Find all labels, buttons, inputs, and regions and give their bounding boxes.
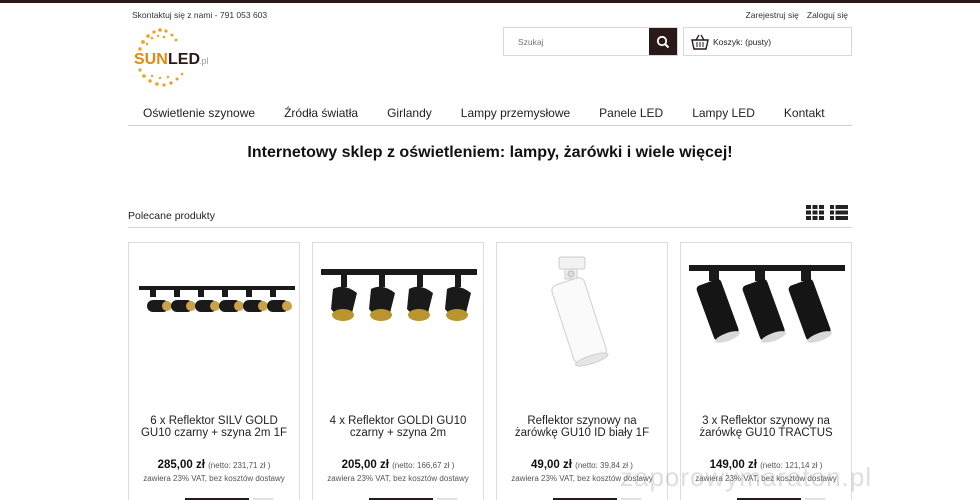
- product-image[interactable]: [317, 253, 481, 403]
- product-name[interactable]: Reflektor szynowy na żarówkę GU10 ID bia…: [505, 415, 659, 439]
- account-links: Zarejestruj się Zaloguj się: [746, 10, 849, 20]
- product-price-gross: 285,00 zł: [157, 459, 205, 471]
- svg-text:LED: LED: [168, 51, 200, 68]
- contact-info: Skontaktuj się z nami - 791 053 603: [132, 10, 268, 20]
- basket-icon: [691, 34, 709, 50]
- product-price-gross: 49,00 zł: [531, 459, 572, 471]
- nav-item-led-lamps[interactable]: Lampy LED: [692, 100, 755, 126]
- section-title: Polecane produkty: [128, 210, 215, 222]
- register-link[interactable]: Zarejestruj się: [746, 10, 799, 20]
- logo[interactable]: SUN LED .pl: [130, 26, 220, 90]
- watermark: zaporowymaraton.pl: [620, 462, 873, 492]
- product-name[interactable]: 6 x Reflektor SILV GOLD GU10 czarny + sz…: [137, 415, 291, 439]
- product-price-gross: 205,00 zł: [341, 459, 389, 471]
- product-price-net: (netto: 166,67 zł ): [392, 461, 455, 470]
- track-light-6-image: [139, 286, 295, 312]
- svg-text:SUN: SUN: [134, 51, 168, 68]
- product-image[interactable]: [501, 253, 665, 403]
- search-box: [503, 27, 678, 56]
- top-bar: [0, 0, 980, 3]
- list-view-icon[interactable]: [830, 205, 848, 220]
- nav-item-light-sources[interactable]: Źródła światła: [284, 100, 358, 126]
- product-price: 205,00 zł (netto: 166,67 zł ): [313, 459, 483, 471]
- track-light-4-image: [321, 269, 477, 321]
- nav-item-garlands[interactable]: Girlandy: [387, 100, 432, 126]
- nav-item-led-panels[interactable]: Panele LED: [599, 100, 663, 126]
- grid-view-icon[interactable]: [806, 205, 824, 220]
- cart[interactable]: Koszyk: (pusty): [683, 27, 852, 56]
- search-button[interactable]: [649, 28, 677, 55]
- search-icon: [656, 35, 670, 48]
- main-nav: Oświetlenie szynowe Źródła światła Girla…: [128, 100, 852, 126]
- svg-text:.pl: .pl: [199, 56, 209, 66]
- view-toggles: [806, 205, 848, 220]
- product-price-net: (netto: 231,71 zł ): [208, 461, 271, 470]
- product-card[interactable]: 4 x Reflektor GOLDI GU10 czarny + szyna …: [312, 242, 484, 500]
- nav-item-track-lighting[interactable]: Oświetlenie szynowe: [143, 100, 255, 126]
- section-divider: [128, 227, 852, 228]
- product-image[interactable]: [685, 253, 849, 403]
- product-vat-note: zawiera 23% VAT, bez kosztów dostawy: [143, 474, 285, 483]
- product-price: 285,00 zł (netto: 231,71 zł ): [129, 459, 299, 471]
- product-image[interactable]: [133, 253, 297, 403]
- nav-item-contact[interactable]: Kontakt: [784, 100, 825, 126]
- page-headline: Internetowy sklep z oświetleniem: lampy,…: [247, 144, 733, 161]
- search-input[interactable]: [504, 28, 649, 55]
- nav-item-industrial-lamps[interactable]: Lampy przemysłowe: [461, 100, 570, 126]
- product-card[interactable]: 6 x Reflektor SILV GOLD GU10 czarny + sz…: [128, 242, 300, 500]
- product-vat-note: zawiera 23% VAT, bez kosztów dostawy: [327, 474, 469, 483]
- login-link[interactable]: Zaloguj się: [807, 10, 848, 20]
- product-name[interactable]: 3 x Reflektor szynowy na żarówkę GU10 TR…: [689, 415, 843, 439]
- track-light-white-image: [551, 256, 609, 367]
- product-name[interactable]: 4 x Reflektor GOLDI GU10 czarny + szyna …: [321, 415, 475, 439]
- sunled-logo: SUN LED .pl: [134, 28, 209, 87]
- track-light-3-image: [689, 265, 845, 343]
- cart-label: Koszyk: (pusty): [713, 36, 772, 47]
